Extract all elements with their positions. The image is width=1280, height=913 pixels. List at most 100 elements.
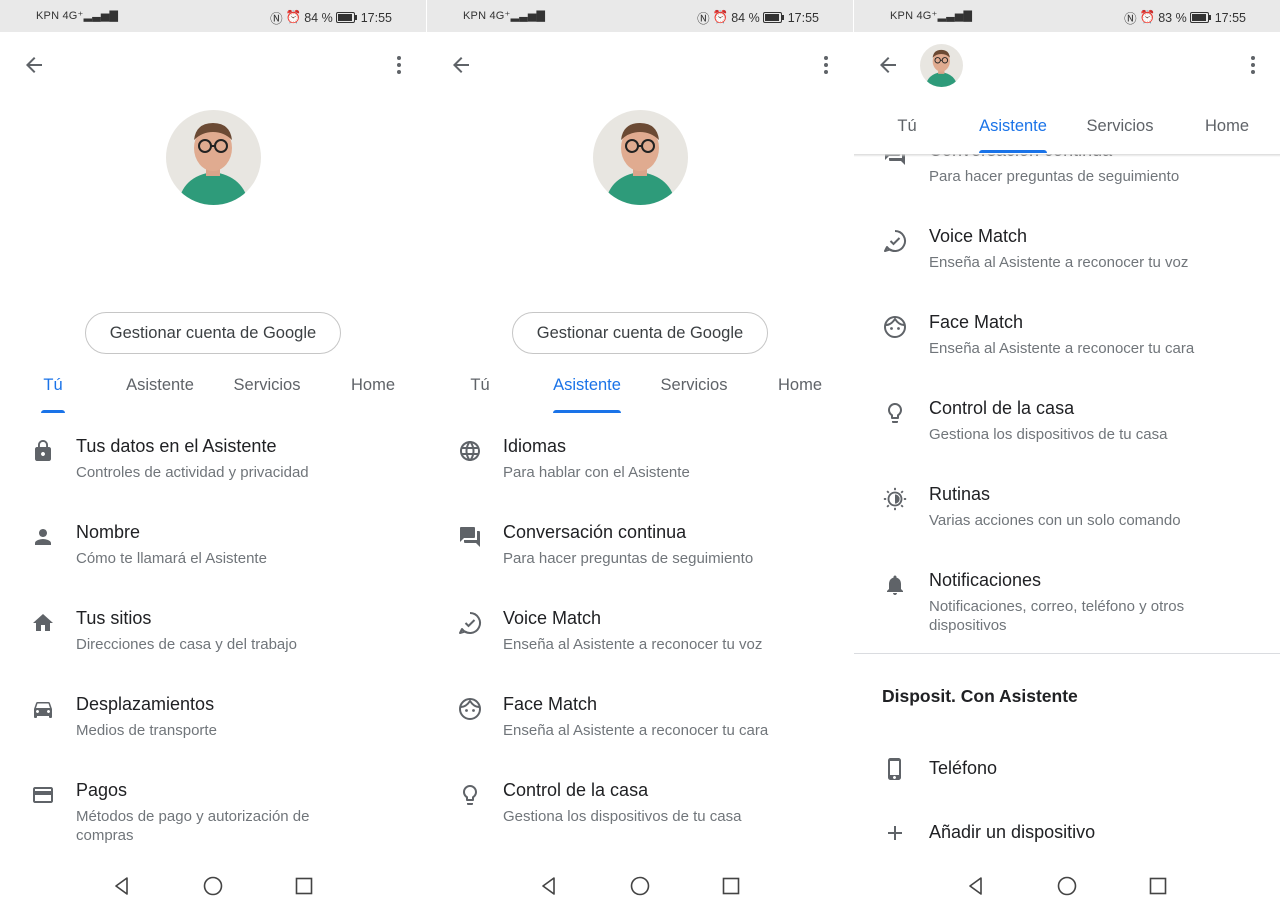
list-item-routines[interactable]: Rutinas Varias acciones con un solo coma… [854, 484, 1280, 554]
tab-you[interactable]: Tú [453, 373, 507, 417]
list-item-payments[interactable]: Pagos Métodos de pago y autorización de … [0, 780, 426, 850]
tab-assistant[interactable]: Asistente [114, 373, 206, 417]
avatar[interactable] [166, 110, 261, 205]
list-item-phone[interactable]: Teléfono [854, 758, 1280, 798]
list-item-continued-conversation[interactable]: Conversación continua Para hacer pregunt… [427, 522, 853, 592]
tab-assistant[interactable]: Asistente [541, 373, 633, 417]
item-title: Voice Match [503, 608, 602, 628]
list-item-commute[interactable]: Desplazamientos Medios de transporte [0, 694, 426, 764]
square-recents-icon [1149, 877, 1167, 895]
circle-home-icon [203, 876, 223, 896]
item-subtitle: Varias acciones con un solo comando [929, 512, 1181, 529]
list-item-home-control[interactable]: Control de la casa Gestiona los disposit… [854, 398, 1280, 468]
tab-services[interactable]: Servicios [1074, 114, 1166, 158]
triangle-back-icon [542, 877, 555, 895]
add-icon [882, 820, 908, 846]
manage-google-account-button[interactable]: Gestionar cuenta de Google [85, 312, 341, 354]
status-right: Ⓝ ⏰ 83 % 17:55 [1124, 8, 1246, 27]
tab-services[interactable]: Servicios [647, 373, 741, 417]
status-bar: KPN 4G⁺▂▃▅▇ Ⓝ ⏰ 83 % 17:55 [854, 0, 1280, 32]
system-nav-bar [0, 857, 426, 913]
list-item-name[interactable]: Nombre Cómo te llamará el Asistente [0, 522, 426, 592]
screen-you-tab: KPN 4G⁺▂▃▅▇ Ⓝ ⏰ 84 % 17:55 Gestionar cue… [0, 0, 426, 913]
clock: 17:55 [360, 10, 392, 25]
list-item-home-control[interactable]: Control de la casa Gestiona los disposit… [427, 780, 853, 850]
list-item-voice-match[interactable]: Voice Match Enseña al Asistente a recono… [427, 608, 853, 678]
top-app-bar [0, 32, 426, 98]
nav-home-button[interactable] [1052, 871, 1082, 901]
status-right: Ⓝ ⏰ 84 % 17:55 [697, 8, 819, 27]
item-title: Face Match [929, 312, 1024, 332]
tab-home[interactable]: Home [1184, 114, 1270, 158]
list-item-voice-match[interactable]: Voice Match Enseña al Asistente a recono… [854, 226, 1280, 296]
tab-services[interactable]: Servicios [220, 373, 314, 417]
tab-assistant[interactable]: Asistente [967, 114, 1059, 158]
list-item-face-match[interactable]: Face Match Enseña al Asistente a reconoc… [854, 312, 1280, 382]
phone-icon [882, 756, 908, 782]
item-title: Conversación continua [503, 522, 687, 542]
item-subtitle: Gestiona los dispositivos de tu casa [929, 426, 1168, 443]
back-button[interactable] [445, 49, 477, 81]
nav-recents-button[interactable] [289, 871, 319, 901]
chat-icon [457, 524, 483, 550]
globe-icon [457, 438, 483, 464]
battery-icon [335, 12, 357, 23]
carrier-label: KPN 4G⁺▂▃▅▇ [463, 10, 546, 22]
avatar[interactable] [920, 44, 963, 87]
back-button[interactable] [872, 49, 904, 81]
tab-you[interactable]: Tú [26, 373, 80, 417]
nav-recents-button[interactable] [1143, 871, 1173, 901]
status-right: Ⓝ ⏰ 84 % 17:55 [270, 8, 392, 27]
square-recents-icon [722, 877, 740, 895]
battery-percent: 83 % [1158, 10, 1187, 25]
list-item-your-places[interactable]: Tus sitios Direcciones de casa y del tra… [0, 608, 426, 678]
item-subtitle: Enseña al Asistente a reconocer tu voz [929, 254, 1189, 271]
square-recents-icon [295, 877, 313, 895]
more-options-button[interactable] [1238, 49, 1268, 81]
nav-home-button[interactable] [198, 871, 228, 901]
lock-icon [30, 438, 56, 464]
item-title: Rutinas [929, 484, 991, 504]
item-subtitle: Medios de transporte [76, 722, 217, 739]
more-options-button[interactable] [384, 49, 414, 81]
nav-back-button[interactable] [107, 871, 137, 901]
list-item-notifications[interactable]: Notificaciones Notificaciones, correo, t… [854, 570, 1280, 640]
back-button[interactable] [18, 49, 50, 81]
alarm-icon: ⏰ [1139, 10, 1156, 24]
list-item-languages[interactable]: Idiomas Para hablar con el Asistente [427, 436, 853, 506]
item-title: Notificaciones [929, 570, 1042, 590]
item-title: Control de la casa [503, 780, 649, 800]
item-subtitle: Notificaciones, correo, teléfono y otros… [929, 598, 1185, 634]
routines-icon [882, 486, 908, 512]
list-item-face-match[interactable]: Face Match Enseña al Asistente a reconoc… [427, 694, 853, 764]
tab-you[interactable]: Tú [880, 114, 934, 158]
arrow-left-icon [26, 57, 42, 73]
lightbulb-icon [882, 400, 908, 426]
voice-match-icon [457, 610, 483, 636]
triangle-back-icon [115, 877, 128, 895]
item-subtitle: Controles de actividad y privacidad [76, 464, 309, 481]
list-item-your-data[interactable]: Tus datos en el Asistente Controles de a… [0, 436, 426, 506]
tab-bar-shadow [854, 154, 1280, 157]
tab-home[interactable]: Home [330, 373, 416, 417]
item-title: Teléfono [929, 758, 998, 778]
battery-percent: 84 % [304, 10, 333, 25]
screen-assistant-tab: KPN 4G⁺▂▃▅▇ Ⓝ ⏰ 84 % 17:55 Gestionar cue… [427, 0, 853, 913]
nfc-icon: Ⓝ [697, 12, 710, 26]
carrier-label: KPN 4G⁺▂▃▅▇ [36, 10, 119, 22]
nav-back-button[interactable] [534, 871, 564, 901]
nav-back-button[interactable] [961, 871, 991, 901]
item-subtitle: Enseña al Asistente a reconocer tu voz [503, 636, 763, 653]
tab-home[interactable]: Home [757, 373, 843, 417]
more-options-button[interactable] [811, 49, 841, 81]
avatar[interactable] [593, 110, 688, 205]
face-icon [457, 696, 483, 722]
manage-google-account-button[interactable]: Gestionar cuenta de Google [512, 312, 768, 354]
nav-recents-button[interactable] [716, 871, 746, 901]
battery-icon [762, 12, 784, 23]
add-device-button[interactable]: Añadir un dispositivo [854, 822, 1280, 862]
item-subtitle: Enseña al Asistente a reconocer tu cara [503, 722, 769, 739]
nav-home-button[interactable] [625, 871, 655, 901]
alarm-icon: ⏰ [285, 10, 302, 24]
top-app-bar [427, 32, 853, 98]
